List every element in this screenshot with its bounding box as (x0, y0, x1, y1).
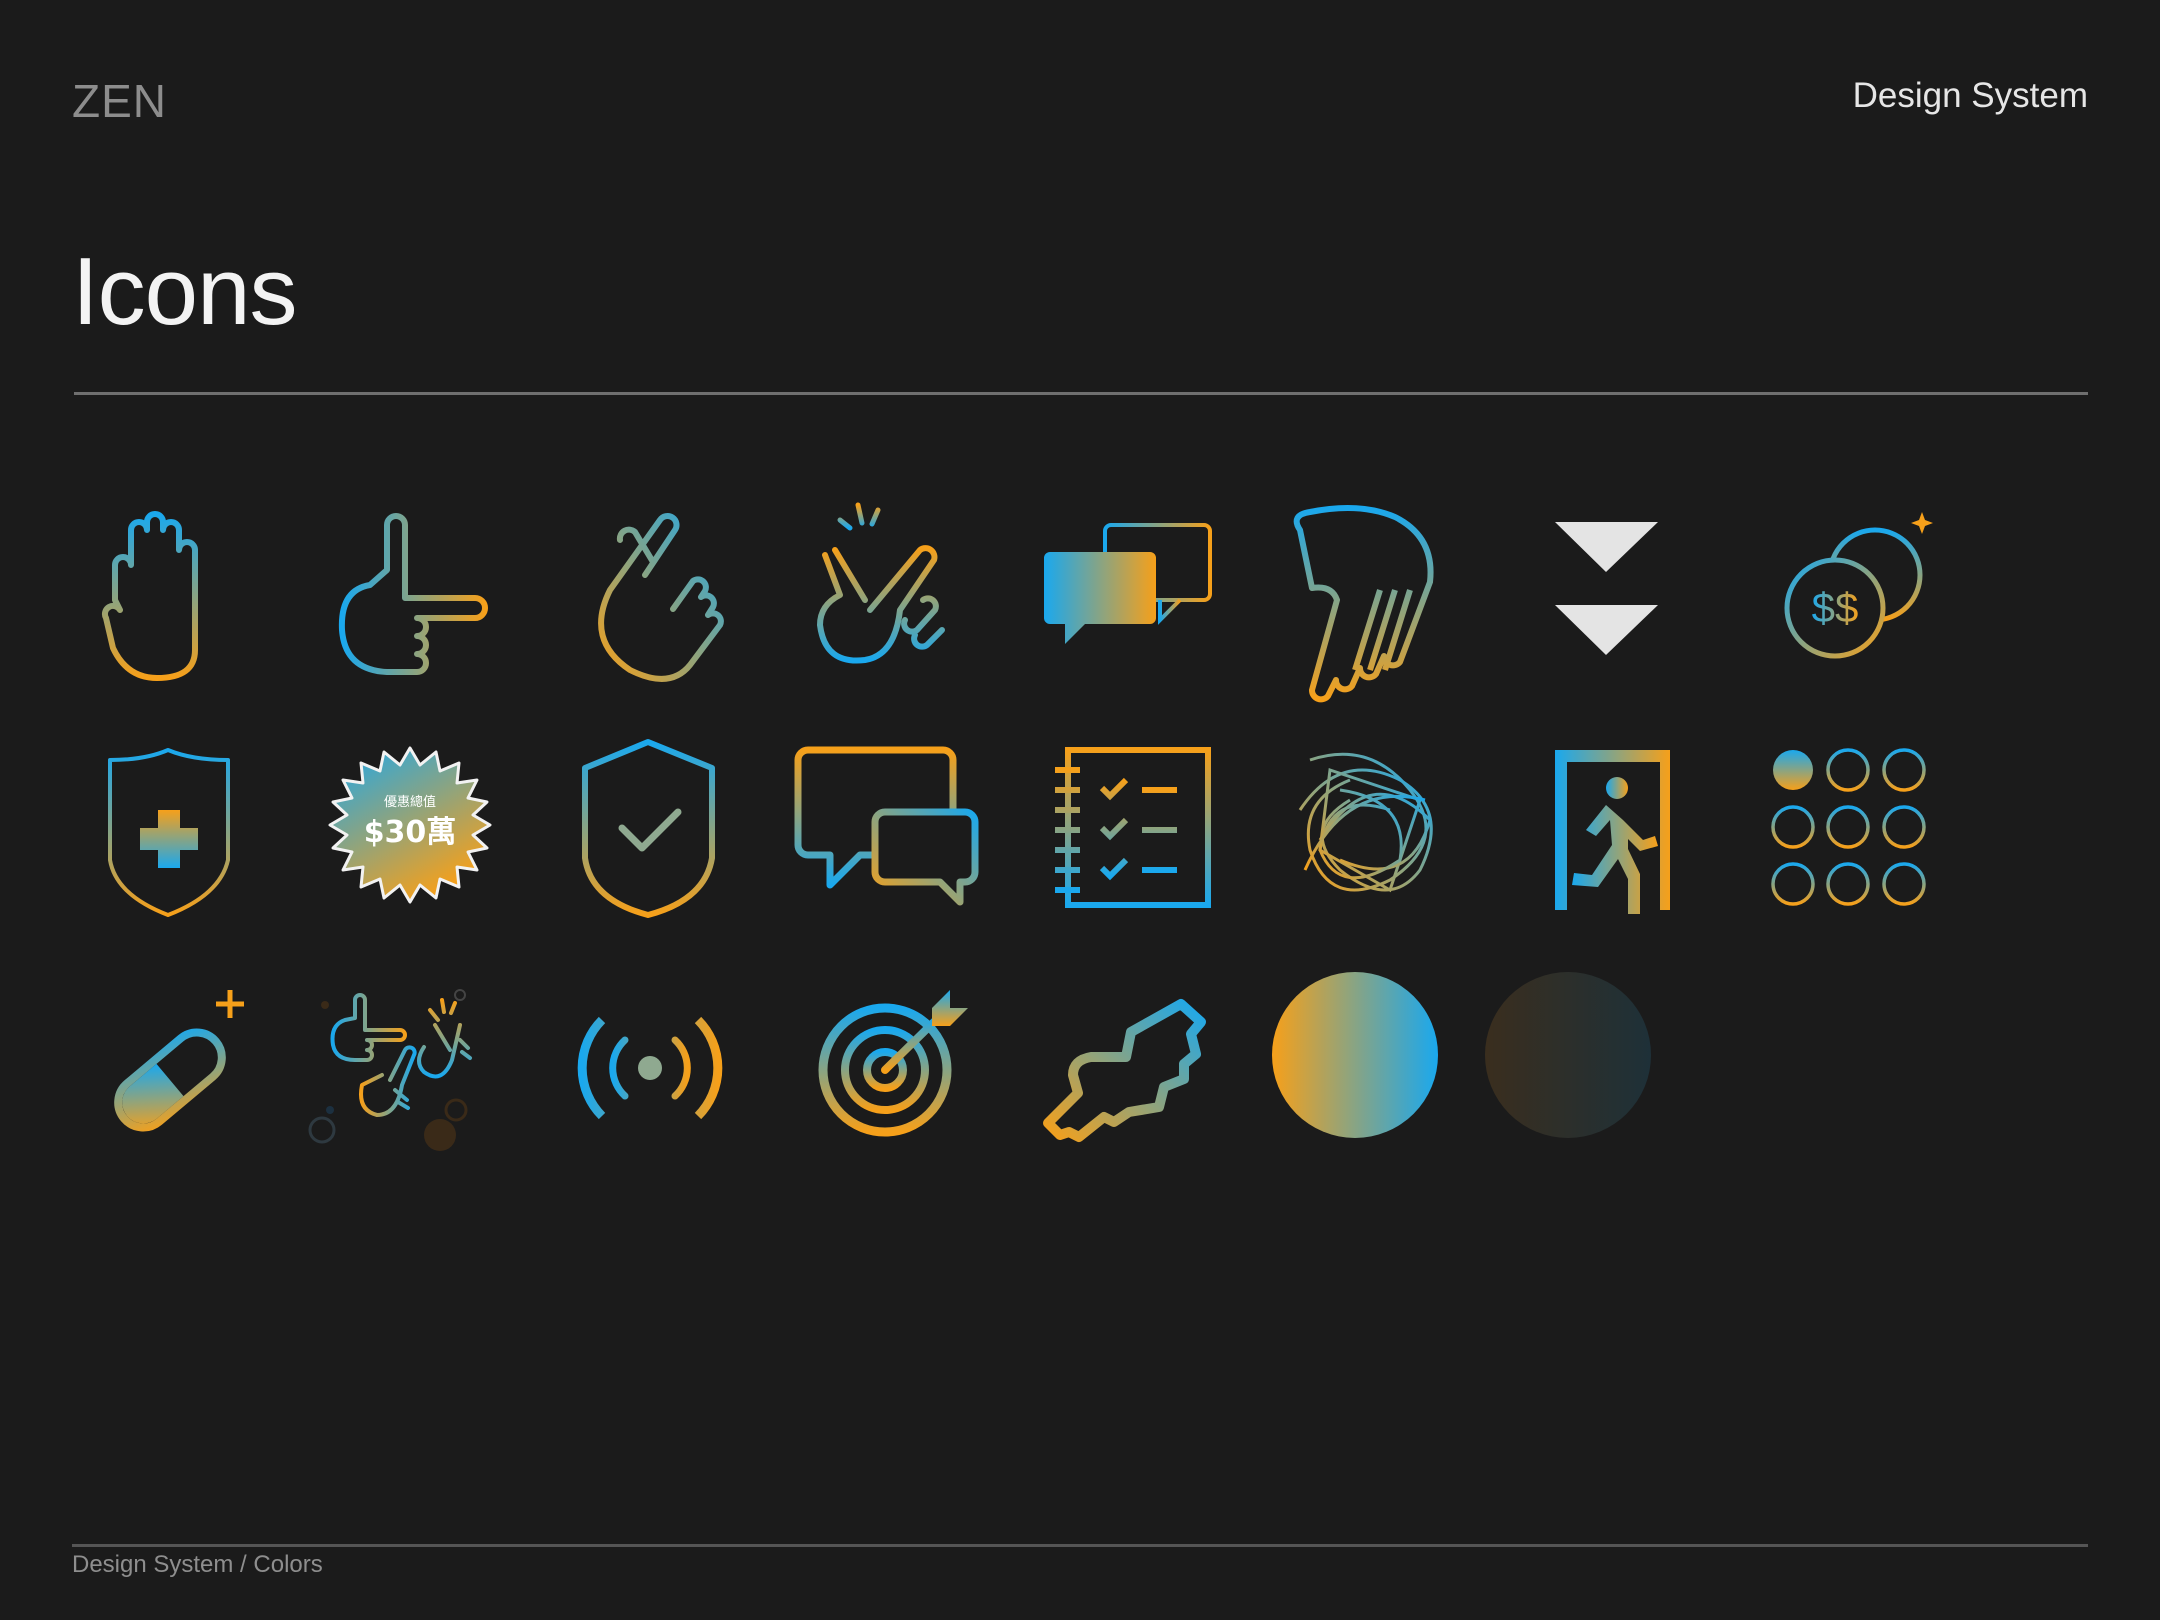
conversation-icon (790, 730, 990, 930)
footer-breadcrumb: Design System / Colors (72, 1551, 323, 1578)
finger-snap-icon (790, 490, 990, 690)
coin-label: $$ (1812, 584, 1859, 631)
exit-door-icon (1510, 730, 1710, 930)
target-icon (790, 970, 990, 1170)
helping-hand-icon (1270, 490, 1470, 703)
medical-shield-icon (70, 730, 270, 930)
badge-small-text: 優惠總值 (384, 794, 436, 810)
pointing-hand-icon (310, 490, 510, 690)
section-title: Design System (1852, 76, 2088, 115)
badge-amount: $30萬 (364, 815, 457, 850)
brand-logo: ZEN (72, 75, 167, 127)
discount-badge-icon: 優惠總值 $30萬 (310, 730, 510, 930)
header-divider (74, 392, 2088, 395)
raised-hand-icon (70, 490, 270, 690)
broadcast-icon (550, 970, 750, 1170)
coins-icon: $$ (1750, 490, 1950, 690)
dot-grid-icon (1750, 730, 1950, 930)
gradient-circle-icon (1255, 955, 1455, 1155)
double-down-arrow-icon (1510, 490, 1710, 690)
pill-icon (70, 970, 270, 1170)
crossed-fingers-icon (550, 490, 750, 690)
tangled-lines-icon (1270, 730, 1470, 930)
page-title: Icons (72, 238, 297, 345)
checklist-icon (1030, 730, 1230, 930)
check-shield-icon (550, 730, 750, 930)
footer-divider (72, 1544, 2088, 1547)
hand-gestures-cluster-icon (308, 970, 510, 1170)
dark-gradient-circle-icon (1468, 955, 1668, 1155)
handshake-icon (1030, 970, 1230, 1170)
chat-bubbles-icon (1030, 490, 1230, 690)
